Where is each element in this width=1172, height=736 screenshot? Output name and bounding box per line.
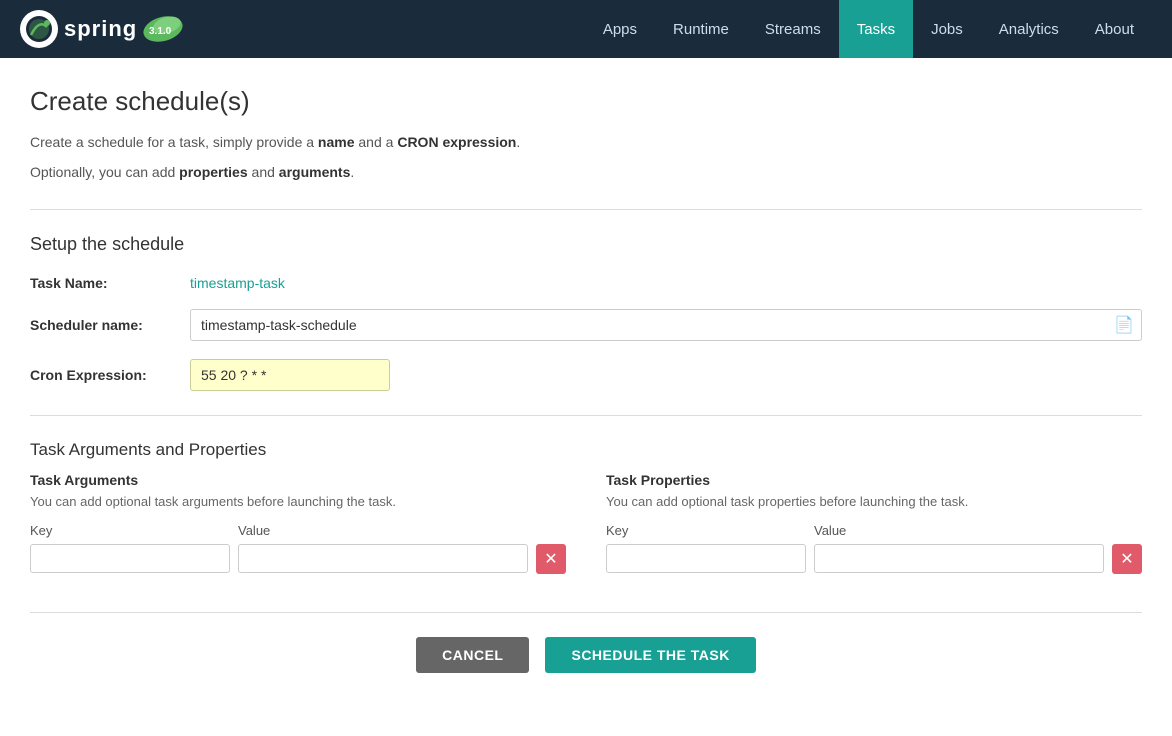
props-val-input-1[interactable] — [814, 544, 1104, 573]
args-row-1: ✕ — [30, 544, 566, 574]
intro-line1: Create a schedule for a task, simply pro… — [30, 131, 1142, 155]
task-properties-section: Task Properties You can add optional tas… — [606, 472, 1142, 582]
cron-expression-input[interactable] — [190, 359, 390, 391]
args-section-desc: You can add optional task arguments befo… — [30, 494, 566, 509]
nav-items: Apps Runtime Streams Tasks Jobs Analytic… — [585, 0, 1152, 58]
task-name-row: Task Name: timestamp-task — [30, 275, 1142, 291]
scheduler-name-field: 📄 — [190, 309, 1142, 341]
args-key-input-1[interactable] — [30, 544, 230, 573]
args-kv-header: Key Value — [30, 523, 566, 538]
props-kv-header: Key Value — [606, 523, 1142, 538]
nav-item-about[interactable]: About — [1077, 0, 1152, 58]
props-section-desc: You can add optional task properties bef… — [606, 494, 1142, 509]
args-key-header: Key — [30, 523, 230, 538]
cron-label: Cron Expression: — [30, 367, 190, 383]
logo-icon — [20, 10, 58, 48]
args-val-header: Value — [238, 523, 566, 538]
intro-line2: Optionally, you can add properties and a… — [30, 161, 1142, 185]
page-content: Create schedule(s) Create a schedule for… — [0, 58, 1172, 697]
svg-text:3.1.0: 3.1.0 — [149, 26, 172, 37]
logo: spring 3.1.0 — [20, 10, 185, 48]
nav-item-runtime[interactable]: Runtime — [655, 0, 747, 58]
args-val-input-1[interactable] — [238, 544, 528, 573]
args-props-container: Task Arguments You can add optional task… — [30, 472, 1142, 582]
args-section-title: Task Arguments — [30, 472, 566, 488]
cancel-button[interactable]: CANCEL — [416, 637, 529, 673]
props-key-input-1[interactable] — [606, 544, 806, 573]
props-val-header: Value — [814, 523, 1142, 538]
nav-item-streams[interactable]: Streams — [747, 0, 839, 58]
props-key-header: Key — [606, 523, 806, 538]
navbar: spring 3.1.0 Apps Runtime Streams Tasks … — [0, 0, 1172, 58]
task-name-label: Task Name: — [30, 275, 190, 291]
divider-2 — [30, 415, 1142, 416]
page-title: Create schedule(s) — [30, 86, 1142, 117]
nav-item-apps[interactable]: Apps — [585, 0, 655, 58]
footer-actions: CANCEL SCHEDULE THE TASK — [30, 612, 1142, 697]
schedule-button[interactable]: SCHEDULE THE TASK — [545, 637, 755, 673]
task-arguments-section: Task Arguments You can add optional task… — [30, 472, 566, 582]
scheduler-name-row: Scheduler name: 📄 — [30, 309, 1142, 341]
scheduler-name-input[interactable] — [190, 309, 1142, 341]
logo-text: spring — [64, 16, 137, 42]
task-name-value[interactable]: timestamp-task — [190, 275, 285, 291]
cron-expression-row: Cron Expression: — [30, 359, 1142, 391]
props-delete-button-1[interactable]: ✕ — [1112, 544, 1142, 574]
cron-expression-field — [190, 359, 1142, 391]
nav-item-analytics[interactable]: Analytics — [981, 0, 1077, 58]
divider-1 — [30, 209, 1142, 210]
args-delete-button-1[interactable]: ✕ — [536, 544, 566, 574]
leaf-icon: 3.1.0 — [141, 14, 185, 44]
props-section-title: Task Properties — [606, 472, 1142, 488]
nav-item-tasks[interactable]: Tasks — [839, 0, 913, 58]
nav-item-jobs[interactable]: Jobs — [913, 0, 981, 58]
scheduler-name-label: Scheduler name: — [30, 317, 190, 333]
props-row-1: ✕ — [606, 544, 1142, 574]
args-props-title: Task Arguments and Properties — [30, 440, 1142, 460]
section-title-schedule: Setup the schedule — [30, 234, 1142, 255]
calendar-icon: 📄 — [1114, 315, 1134, 335]
